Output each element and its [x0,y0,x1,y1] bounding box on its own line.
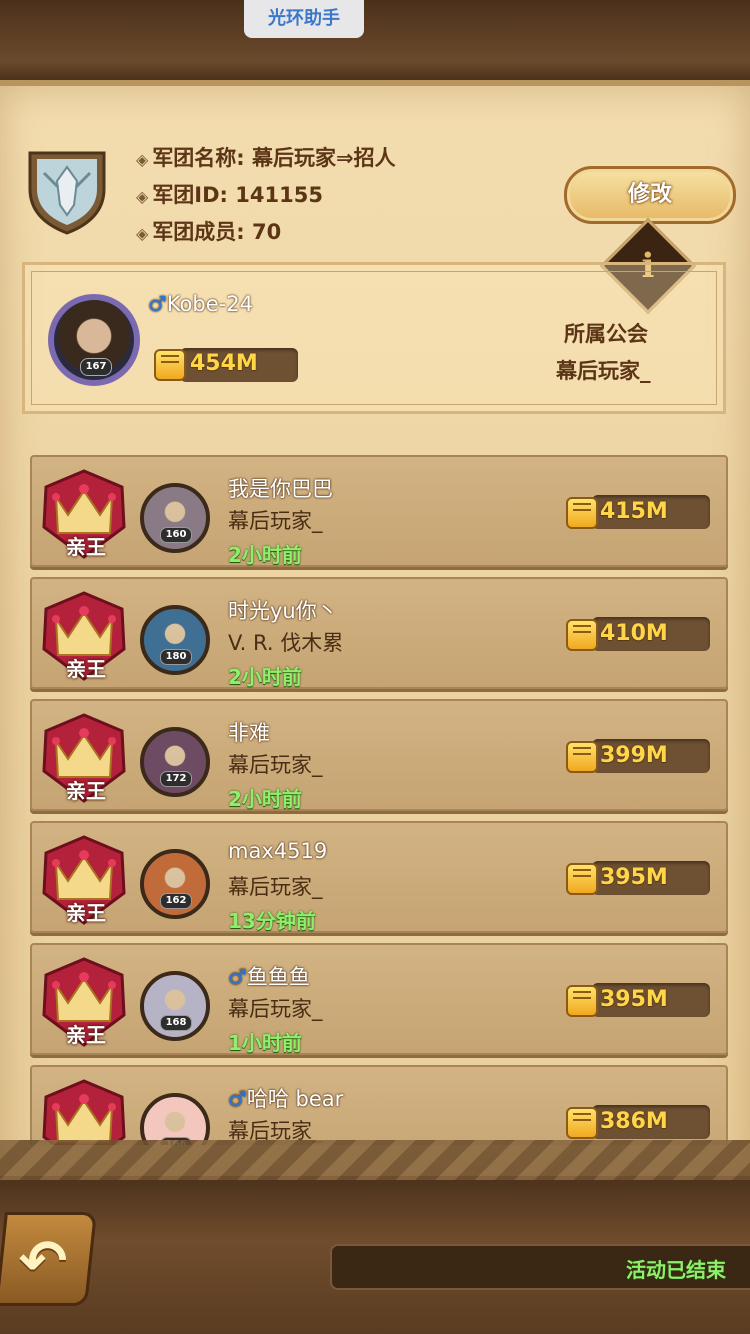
member-level: 160 [160,527,192,543]
member-last-online: 2小时前 [228,787,302,811]
back-arrow-icon: ↶ [18,1227,68,1295]
legion-name-text: 军团名称: 幕后玩家⇒招人 [152,146,396,170]
leader-level: 167 [80,358,112,376]
member-power: 410M [600,621,668,646]
legion-id: ◈ 军团ID: 141155 [136,179,323,209]
member-last-online: 2小时前 [228,665,302,689]
member-name-text: 时光yu你丶 [228,599,338,623]
leader-power: 454M [190,351,258,376]
helper-tag[interactable]: 光环助手 [244,0,364,38]
member-name: 非难 [228,717,270,747]
rank-label: 亲王 [66,1023,106,1047]
member-name: ♂鱼鱼鱼 [228,961,310,991]
crown-rank-icon [42,1079,126,1145]
edit-button[interactable]: 修改 [564,166,736,224]
top-bar [0,0,750,88]
male-icon: ♂ [228,965,247,989]
member-row[interactable]: 亲王 172 非难幕后玩家_ 2小时前 399M [30,699,728,811]
legion-emblem-icon [28,151,106,235]
guild-label: 所属公会 [564,322,648,346]
member-name: max4519 [228,839,327,863]
member-name: 时光yu你丶 [228,595,338,625]
member-power: 395M [600,987,668,1012]
legion-members: ◈ 军团成员: 70 [136,216,281,246]
leader-name-text: Kobe-24 [166,292,253,316]
male-icon: ♂ [228,1087,247,1111]
member-level: 168 [160,1015,192,1031]
member-name-text: max4519 [228,839,328,863]
male-icon: ♂ [148,292,167,316]
fist-icon [566,985,598,1017]
member-power: 415M [600,499,668,524]
member-last-online: 13分钟前 [228,909,316,933]
member-name-text: 非难 [228,721,270,745]
member-guild: V. R. 伐木累 [228,631,344,655]
member-list[interactable]: 亲王 160 我是你巴巴幕后玩家_ 2小时前 415M 亲王 180 时光yu你丶 V. R. … [0,455,750,1145]
member-guild: 幕后玩家_ [228,509,323,533]
member-level: 162 [160,893,192,909]
member-guild: 幕后玩家_ [228,753,323,777]
rank-label: 亲王 [66,657,106,681]
legion-id-text: 军团ID: 141155 [152,183,323,207]
fist-icon [566,619,598,651]
member-last-online: 2小时前 [228,543,302,567]
member-power: 395M [600,865,668,890]
fist-icon [154,349,186,381]
leader-name: ♂Kobe-24 [148,292,253,316]
member-power: 399M [600,743,668,768]
member-row[interactable]: 亲王 162 max4519 幕后玩家_ 13分钟前 395M [30,821,728,933]
member-name: ♂哈哈 bear [228,1083,343,1113]
event-status: 活动已结束 [626,1258,726,1282]
member-name: 我是你巴巴 [228,473,333,503]
panel-edge [0,1140,750,1180]
member-row[interactable]: 亲王 168 ♂鱼鱼鱼幕后玩家_ 1小时前 395M [30,943,728,1055]
rank-label: 亲王 [66,535,106,559]
bullet-icon: ◈ [136,187,149,206]
member-name-text: 我是你巴巴 [228,477,333,501]
legion-name: ◈ 军团名称: 幕后玩家⇒招人 [136,142,396,172]
member-level: 172 [160,771,192,787]
member-name-text: 鱼鱼鱼 [246,965,310,989]
member-guild: 幕后玩家_ [228,997,323,1021]
rank-label: 亲王 [66,901,106,925]
member-row[interactable]: 亲王166♂哈哈 bear幕后玩家_386M [30,1065,728,1145]
bullet-icon: ◈ [136,224,149,243]
guild-name: 幕后玩家_ [556,359,651,383]
member-level: 180 [160,649,192,665]
legion-members-text: 军团成员: 70 [152,220,282,244]
fist-icon [566,1107,598,1139]
fist-icon [566,741,598,773]
rank-label: 亲王 [66,779,106,803]
bullet-icon: ◈ [136,150,149,169]
member-row[interactable]: 亲王 160 我是你巴巴幕后玩家_ 2小时前 415M [30,455,728,567]
fist-icon [566,863,598,895]
member-guild: 幕后玩家_ [228,875,323,899]
member-name-text: 哈哈 bear [246,1087,344,1111]
fist-icon [566,497,598,529]
member-last-online: 1小时前 [228,1031,302,1055]
member-power: 386M [600,1109,668,1134]
member-row[interactable]: 亲王 180 时光yu你丶 V. R. 伐木累 2小时前 410M [30,577,728,689]
